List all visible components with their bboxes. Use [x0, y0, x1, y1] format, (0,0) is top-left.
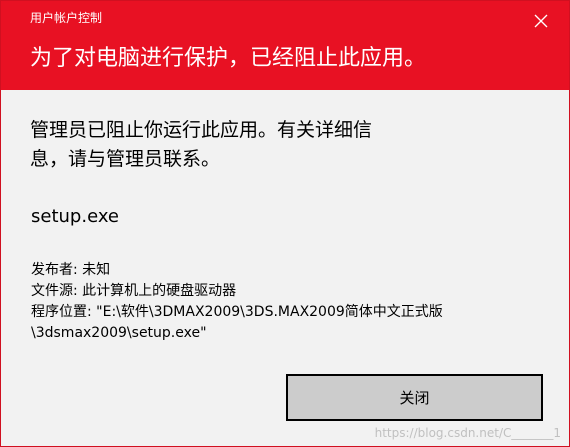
dialog-body: 管理员已阻止你运行此应用。有关详细信 息，请与管理员联系。 setup.exe …: [1, 90, 569, 446]
program-name: setup.exe: [31, 206, 119, 227]
window-close-button[interactable]: [528, 8, 554, 34]
blocked-message: 管理员已阻止你运行此应用。有关详细信 息，请与管理员联系。: [30, 116, 460, 174]
program-details: 发布者: 未知 文件源: 此计算机上的硬盘驱动器 程序位置: "E:\软件\3D…: [31, 260, 551, 344]
close-icon: [534, 14, 548, 28]
headline: 为了对电脑进行保护，已经阻止此应用。: [30, 46, 427, 71]
program-location-line-2: \3dsmax2009\setup.exe": [31, 325, 207, 341]
watermark: https://blog.csdn.net/C_______1: [374, 426, 561, 440]
window-title: 用户帐户控制: [30, 11, 103, 25]
uac-dialog: 用户帐户控制 为了对电脑进行保护，已经阻止此应用。 管理员已阻止你运行此应用。有…: [0, 0, 570, 447]
blocked-message-line-2: 息，请与管理员联系。: [30, 148, 221, 170]
publisher-text: 发布者: 未知: [31, 262, 111, 278]
program-location-line-1: 程序位置: "E:\软件\3DMAX2009\3DS.MAX2009简体中文正式…: [31, 304, 443, 320]
file-source-text: 文件源: 此计算机上的硬盘驱动器: [31, 283, 237, 299]
dialog-header: 用户帐户控制 为了对电脑进行保护，已经阻止此应用。: [1, 1, 569, 90]
blocked-message-line-1: 管理员已阻止你运行此应用。有关详细信: [30, 119, 373, 141]
close-button[interactable]: 关闭: [286, 374, 543, 421]
